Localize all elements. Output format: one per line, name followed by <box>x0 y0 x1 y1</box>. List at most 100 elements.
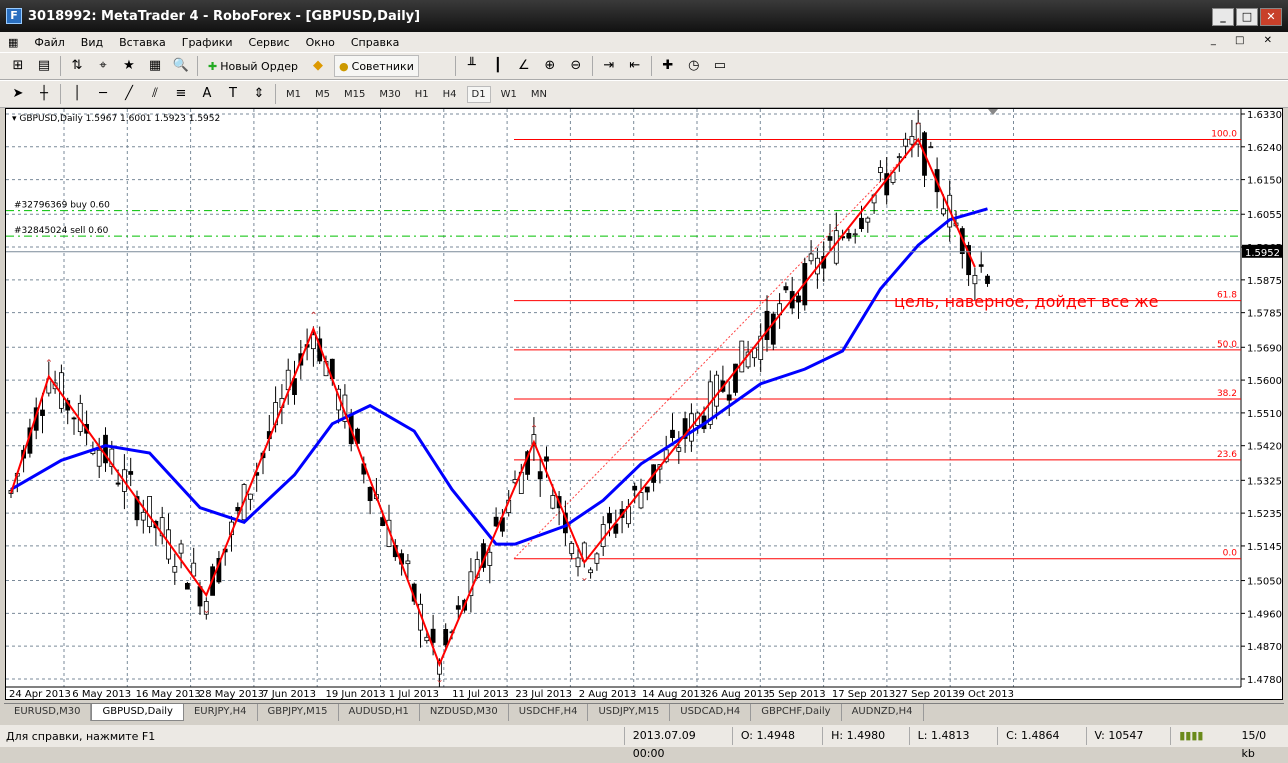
candle <box>575 557 581 568</box>
menu-item[interactable]: Окно <box>306 36 335 49</box>
price-label: 1.4870 <box>1247 642 1282 653</box>
profiles-icon[interactable]: ▤ <box>34 56 54 76</box>
date-label: 19 Jun 2013 <box>326 689 386 700</box>
autoscroll-icon[interactable]: ⇥ <box>599 56 619 76</box>
connection-icon: ▮▮▮▮ <box>1170 727 1211 745</box>
chart-tabs: EURUSD,M30 GBPUSD,Daily EURJPY,H4 GBPJPY,M1… <box>4 703 1284 721</box>
candle <box>544 456 549 462</box>
title-bar: F 3018992: MetaTrader 4 - RoboForex - [G… <box>0 0 1288 32</box>
chart-tab[interactable]: EURUSD,M30 <box>4 704 92 721</box>
date-label: 7 Jun 2013 <box>262 689 316 700</box>
timeframe-M30[interactable]: M30 <box>375 87 404 102</box>
indicators-icon[interactable]: ✚ <box>658 56 678 76</box>
timeframe-M5[interactable]: M5 <box>311 87 334 102</box>
timeframe-MN[interactable]: MN <box>527 87 551 102</box>
chart-tab[interactable]: AUDUSD,H1 <box>339 704 420 721</box>
menu-item[interactable]: Файл <box>34 36 64 49</box>
chart-tab[interactable]: NZDUSD,M30 <box>420 704 509 721</box>
new-chart-icon[interactable]: ⊞ <box>8 56 28 76</box>
vertical-line-icon[interactable]: │ <box>67 84 87 104</box>
timeframe-W1[interactable]: W1 <box>497 87 521 102</box>
terminal-icon[interactable]: ▦ <box>145 56 165 76</box>
chart-shift-icon[interactable]: ⇤ <box>625 56 645 76</box>
crosshair-icon[interactable]: ┼ <box>34 84 54 104</box>
candle <box>978 264 984 267</box>
zoom-in-icon[interactable]: ⊕ <box>540 56 560 76</box>
chart-tab[interactable]: AUDNZD,H4 <box>842 704 924 721</box>
cursor-icon[interactable]: ➤ <box>8 84 28 104</box>
price-label: 1.5420 <box>1247 442 1282 453</box>
chart-tab[interactable]: USDCHF,H4 <box>509 704 589 721</box>
timeframe-D1[interactable]: D1 <box>466 85 491 103</box>
menu-item[interactable]: Вид <box>81 36 103 49</box>
periods-icon[interactable]: ◷ <box>684 56 704 76</box>
chart-tab[interactable]: EURJPY,H4 <box>184 704 258 721</box>
candle <box>903 138 908 147</box>
experts-button[interactable]: ● Советники <box>334 55 419 77</box>
price-label: 1.6055 <box>1247 210 1282 221</box>
candlestick-icon[interactable]: ┃ <box>488 56 508 76</box>
candle <box>96 449 102 467</box>
data-window-icon[interactable]: ⌖ <box>93 56 113 76</box>
candle <box>676 447 682 452</box>
candle <box>235 506 241 512</box>
menu-item[interactable]: Справка <box>351 36 399 49</box>
zoom-out-icon[interactable]: ⊖ <box>566 56 586 76</box>
price-label: 1.5785 <box>1247 309 1282 320</box>
chart-tab[interactable]: USDJPY,M15 <box>588 704 671 721</box>
traffic: 15/0 kb <box>1241 729 1267 760</box>
text-label-icon[interactable]: T <box>223 84 243 104</box>
chart-annotation[interactable]: цель, наверное, дойдет все же <box>894 292 1159 311</box>
new-order-button[interactable]: ✚ Новый Ордер <box>204 55 302 77</box>
templates-icon[interactable]: ▭ <box>710 56 730 76</box>
minimize-button[interactable]: _ <box>1212 8 1234 26</box>
chart-tab[interactable]: GBPJPY,M15 <box>258 704 339 721</box>
candle <box>796 295 801 303</box>
chart-tab[interactable]: GBPUSD,Daily <box>91 704 184 721</box>
candle <box>972 274 978 285</box>
chart-canvas[interactable]: 1.63301.62401.61501.60551.59651.58751.57… <box>6 109 1284 701</box>
mdi-controls[interactable]: _ □ ✕ <box>1211 35 1280 46</box>
candle <box>846 232 852 239</box>
candle <box>424 636 430 642</box>
warning-icon[interactable]: ◆ <box>308 56 328 76</box>
navigator-icon[interactable]: ★ <box>119 56 139 76</box>
timeframe-M1[interactable]: M1 <box>282 87 305 102</box>
price-label: 1.5235 <box>1247 509 1282 520</box>
timeframe-H1[interactable]: H1 <box>411 87 433 102</box>
fib-label: 23.6 <box>1217 450 1237 460</box>
candle <box>367 486 373 502</box>
close-button[interactable]: ✕ <box>1260 8 1282 26</box>
text-icon[interactable]: A <box>197 84 217 104</box>
price-label: 1.5875 <box>1247 276 1282 287</box>
trendline-icon[interactable]: ╱ <box>119 84 139 104</box>
chart-tab[interactable]: GBPCHF,Daily <box>751 704 842 721</box>
candle <box>638 492 644 509</box>
line-chart-icon[interactable]: ∠ <box>514 56 534 76</box>
timeframe-M15[interactable]: M15 <box>340 87 369 102</box>
equidistant-channel-icon[interactable]: ⫽ <box>145 84 165 104</box>
help-text: Для справки, нажмите F1 <box>6 729 156 743</box>
fibonacci-icon[interactable]: ≡ <box>171 84 191 104</box>
candle <box>783 286 789 291</box>
fractal-down-icon: ⌄ <box>435 674 443 685</box>
date-label: 26 Aug 2013 <box>705 689 769 700</box>
chart-tab[interactable]: USDCAD,H4 <box>670 704 752 721</box>
market-watch-icon[interactable]: ⇅ <box>67 56 87 76</box>
maximize-button[interactable]: □ <box>1236 8 1258 26</box>
horizontal-line-icon[interactable]: ─ <box>93 84 113 104</box>
strategy-tester-icon[interactable]: 🔍 <box>171 56 191 76</box>
menu-item[interactable]: Графики <box>182 36 233 49</box>
candle <box>128 471 134 475</box>
bar-time: 2013.07.09 00:00 <box>623 727 732 760</box>
bar-chart-icon[interactable]: ╨ <box>462 56 482 76</box>
arrows-icon[interactable]: ⇕ <box>249 84 269 104</box>
menu-item[interactable]: Сервис <box>249 36 290 49</box>
timeframe-H4[interactable]: H4 <box>439 87 461 102</box>
candle <box>493 516 499 527</box>
candle <box>714 374 719 407</box>
chart-window-icon[interactable]: ▦ <box>8 36 18 49</box>
price-label: 1.6150 <box>1247 176 1282 187</box>
menu-item[interactable]: Вставка <box>119 36 166 49</box>
price-chart[interactable]: 1.63301.62401.61501.60551.59651.58751.57… <box>5 108 1283 700</box>
